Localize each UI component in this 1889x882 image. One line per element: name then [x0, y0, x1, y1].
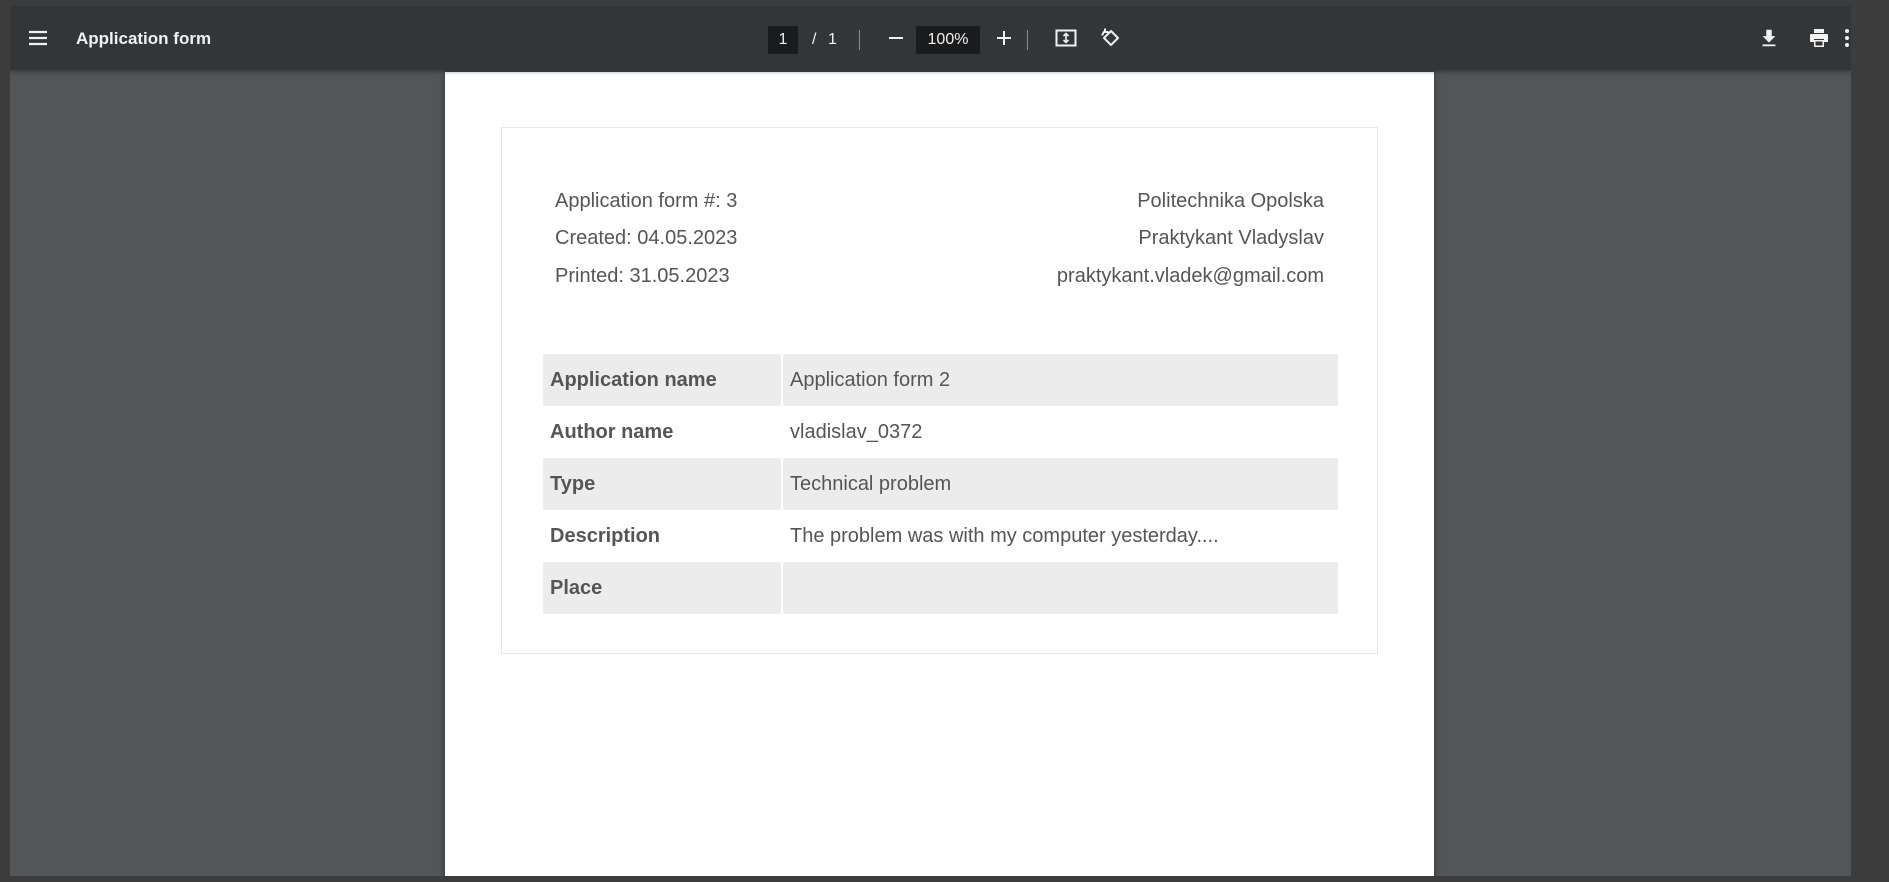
row-value: The problem was with my computer yesterd…: [790, 524, 1219, 547]
more-vertical-icon: [1845, 29, 1849, 47]
row-label: Place: [543, 562, 781, 614]
sender-email: praktykant.vladek@gmail.com: [1056, 265, 1324, 287]
zoom-in-button[interactable]: [986, 20, 1022, 56]
row-label: Application name: [543, 354, 781, 406]
minus-icon: [889, 37, 903, 39]
table-row: Author name vladislav_0372: [543, 406, 1338, 458]
page-total: 1: [828, 31, 837, 48]
row-value: Application form 2: [783, 354, 1338, 406]
fit-to-page-icon: [1055, 29, 1077, 47]
page-separator: /: [812, 31, 817, 48]
row-label: Author name: [550, 420, 674, 443]
row-label: Description: [550, 524, 661, 547]
table-row: Description The problem was with my comp…: [543, 510, 1338, 562]
rotate-button[interactable]: [1093, 20, 1129, 56]
zoom-out-button[interactable]: [878, 20, 914, 56]
download-icon: [1762, 29, 1776, 47]
created-date: Created: 04.05.2023: [555, 227, 738, 249]
row-value: vladislav_0372: [790, 420, 923, 443]
details-table: Application name Application form 2 Auth…: [541, 354, 1340, 614]
menu-button[interactable]: [20, 20, 56, 56]
pdf-viewer: Application form / 1: [10, 6, 1851, 876]
toolbar-divider: [859, 30, 860, 50]
hamburger-icon: [29, 30, 47, 46]
form-number: Application form #: 3: [555, 190, 738, 212]
application-form-card: Application form #: 3 Created: 04.05.202…: [501, 127, 1378, 654]
sender-name: Praktykant Vladyslav: [1138, 227, 1324, 249]
print-icon: [1810, 29, 1828, 47]
table-row: Type Technical problem: [543, 458, 1338, 510]
toolbar-divider: [1027, 30, 1028, 50]
rotate-icon: [1101, 28, 1119, 46]
fit-to-page-button[interactable]: [1048, 20, 1084, 56]
more-options-button[interactable]: [1835, 20, 1851, 56]
zoom-level-input[interactable]: [916, 26, 980, 54]
row-value: Technical problem: [783, 458, 1338, 510]
pdf-toolbar: Application form / 1: [10, 6, 1851, 70]
table-row: Place: [543, 562, 1338, 614]
row-label: Type: [543, 458, 781, 510]
document-title: Application form: [76, 29, 212, 48]
pdf-page: Application form #: 3 Created: 04.05.202…: [445, 72, 1434, 876]
row-value: [783, 562, 1338, 614]
organization-name: Politechnika Opolska: [1137, 190, 1324, 212]
plus-icon: [997, 31, 1011, 45]
page-number-input[interactable]: [768, 26, 798, 54]
print-button[interactable]: [1801, 20, 1837, 56]
printed-date: Printed: 31.05.2023: [555, 265, 730, 287]
table-row: Application name Application form 2: [543, 354, 1338, 406]
download-button[interactable]: [1751, 20, 1787, 56]
